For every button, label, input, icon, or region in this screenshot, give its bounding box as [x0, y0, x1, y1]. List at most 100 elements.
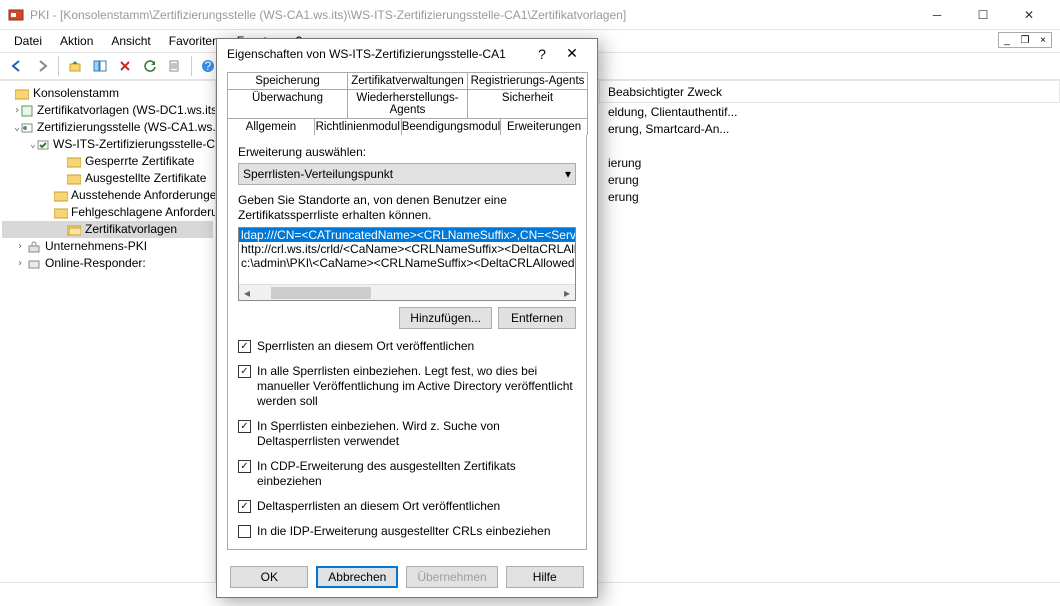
mdi-minimize[interactable]: _	[999, 33, 1015, 47]
tab-certmgmt[interactable]: Zertifikatverwaltungen	[347, 72, 468, 89]
tree-item[interactable]: Ausstehende Anforderungen	[71, 187, 216, 204]
extension-combo[interactable]: Sperrlisten-Verteilungspunkt ▾	[238, 163, 576, 185]
checkbox-row[interactable]: Deltasperrlisten an diesem Ort veröffent…	[238, 499, 576, 514]
apply-button: Übernehmen	[406, 566, 497, 588]
ca-ok-icon	[36, 137, 50, 153]
tree-item[interactable]: Online-Responder:	[45, 255, 146, 272]
tab-storage[interactable]: Speicherung	[227, 72, 348, 89]
checkbox-label: In Sperrlisten einbeziehen. Wird z. Such…	[257, 419, 576, 449]
checkbox[interactable]	[238, 365, 251, 378]
up-button[interactable]	[64, 55, 86, 77]
tab-policy[interactable]: Richtlinienmodul	[314, 118, 402, 135]
minimize-button[interactable]: ─	[914, 0, 960, 30]
extension-description: Geben Sie Standorte an, von denen Benutz…	[238, 193, 576, 223]
list-item[interactable]: http://crl.ws.its/crld/<CaName><CRLNameS…	[239, 242, 575, 256]
checkbox[interactable]	[238, 460, 251, 473]
chevron-down-icon: ▾	[565, 167, 571, 181]
menu-view[interactable]: Ansicht	[103, 32, 158, 50]
add-button[interactable]: Hinzufügen...	[399, 307, 492, 329]
pki-icon	[26, 239, 42, 255]
delete-button[interactable]	[114, 55, 136, 77]
refresh-button[interactable]	[139, 55, 161, 77]
tree-item[interactable]: WS-ITS-Zertifizierungsstelle-CA1	[53, 136, 216, 153]
cdp-listbox[interactable]: ldap:///CN=<CATruncatedName><CRLNameSuff…	[238, 227, 576, 301]
show-hide-tree-button[interactable]	[89, 55, 111, 77]
folder-icon	[54, 188, 68, 204]
maximize-button[interactable]: ☐	[960, 0, 1006, 30]
tab-exit[interactable]: Beendigungsmodul	[401, 118, 501, 135]
cancel-button[interactable]: Abbrechen	[316, 566, 398, 588]
scroll-right-icon[interactable]: ▸	[559, 285, 575, 301]
properties-dialog: Eigenschaften von WS-ITS-Zertifizierungs…	[216, 38, 598, 598]
mdi-window-controls: _ ❐ ×	[998, 32, 1052, 48]
checkbox[interactable]	[238, 420, 251, 433]
checkbox-label: In CDP-Erweiterung des ausgestellten Zer…	[257, 459, 576, 489]
app-icon	[8, 7, 24, 23]
scroll-left-icon[interactable]: ◂	[239, 285, 255, 301]
menu-action[interactable]: Aktion	[52, 32, 101, 50]
mdi-restore[interactable]: ❐	[1017, 33, 1033, 47]
extension-label: Erweiterung auswählen:	[238, 145, 576, 159]
svg-text:?: ?	[205, 59, 212, 73]
checkbox[interactable]	[238, 500, 251, 513]
template-icon	[20, 103, 34, 119]
close-button[interactable]: ✕	[1006, 0, 1052, 30]
scroll-thumb[interactable]	[271, 287, 371, 299]
tree-item[interactable]: Gesperrte Zertifikate	[85, 153, 194, 170]
tab-general[interactable]: Allgemein	[227, 118, 315, 135]
tab-security[interactable]: Sicherheit	[467, 89, 588, 118]
checkbox[interactable]	[238, 525, 251, 538]
dialog-close-button[interactable]: ✕	[557, 45, 587, 62]
dialog-help-button[interactable]: ?	[527, 46, 557, 62]
checkbox-row[interactable]: Sperrlisten an diesem Ort veröffentliche…	[238, 339, 576, 354]
tree-item[interactable]: Zertifikatvorlagen (WS-DC1.ws.its)	[37, 102, 216, 119]
tab-audit[interactable]: Überwachung	[227, 89, 348, 118]
remove-button[interactable]: Entfernen	[498, 307, 576, 329]
list-item[interactable]: c:\admin\PKI\<CaName><CRLNameSuffix><Del…	[239, 256, 575, 270]
ca-icon	[20, 120, 34, 136]
tab-strip: Speicherung Zertifikatverwaltungen Regis…	[227, 72, 587, 135]
forward-button[interactable]	[31, 55, 53, 77]
tree-root[interactable]: Konsolenstamm	[33, 85, 119, 102]
checkbox[interactable]	[238, 340, 251, 353]
responder-icon	[26, 256, 42, 272]
checkbox-label: In die IDP-Erweiterung ausgestellter CRL…	[257, 524, 551, 539]
folder-icon	[14, 86, 30, 102]
folder-icon	[66, 171, 82, 187]
folder-open-icon	[66, 222, 82, 238]
menu-file[interactable]: Datei	[6, 32, 50, 50]
tab-panel-extensions: Erweiterung auswählen: Sperrlisten-Verte…	[227, 134, 587, 550]
folder-icon	[66, 154, 82, 170]
combo-value: Sperrlisten-Verteilungspunkt	[243, 167, 393, 181]
tree-item[interactable]: Ausgestellte Zertifikate	[85, 170, 206, 187]
help-button[interactable]: Hilfe	[506, 566, 584, 588]
column-purpose[interactable]: Beabsichtigter Zweck	[600, 81, 1060, 102]
dialog-titlebar[interactable]: Eigenschaften von WS-ITS-Zertifizierungs…	[217, 39, 597, 68]
checkbox-row[interactable]: In alle Sperrlisten einbeziehen. Legt fe…	[238, 364, 576, 409]
tree-item[interactable]: Zertifizierungsstelle (WS-CA1.ws.its)	[37, 119, 216, 136]
tab-recovery[interactable]: Wiederherstellungs-Agents	[347, 89, 468, 118]
horizontal-scrollbar[interactable]: ◂ ▸	[239, 284, 575, 300]
checkbox-label: Sperrlisten an diesem Ort veröffentliche…	[257, 339, 474, 354]
tree-item[interactable]: Fehlgeschlagene Anforderungen	[71, 204, 216, 221]
mdi-close[interactable]: ×	[1035, 33, 1051, 47]
dialog-title: Eigenschaften von WS-ITS-Zertifizierungs…	[227, 47, 527, 61]
tree-item[interactable]: Unternehmens-PKI	[45, 238, 147, 255]
list-item[interactable]: ldap:///CN=<CATruncatedName><CRLNameSuff…	[239, 228, 575, 242]
checkbox-row[interactable]: In Sperrlisten einbeziehen. Wird z. Such…	[238, 419, 576, 449]
checkbox-row[interactable]: In CDP-Erweiterung des ausgestellten Zer…	[238, 459, 576, 489]
checkbox-label: Deltasperrlisten an diesem Ort veröffent…	[257, 499, 500, 514]
expand-icon[interactable]: ›	[14, 255, 26, 272]
back-button[interactable]	[6, 55, 28, 77]
dialog-button-row: OK Abbrechen Übernehmen Hilfe	[217, 556, 597, 597]
console-tree[interactable]: Konsolenstamm › Zertifikatvorlagen (WS-DC…	[0, 81, 216, 582]
tab-agents[interactable]: Registrierungs-Agents	[467, 72, 588, 89]
checkbox-label: In alle Sperrlisten einbeziehen. Legt fe…	[257, 364, 576, 409]
tab-extensions[interactable]: Erweiterungen	[500, 118, 588, 135]
ok-button[interactable]: OK	[230, 566, 308, 588]
expand-icon[interactable]: ›	[14, 238, 26, 255]
tree-item-selected[interactable]: Zertifikatvorlagen	[85, 221, 177, 238]
export-list-button[interactable]	[164, 55, 186, 77]
checkbox-row[interactable]: In die IDP-Erweiterung ausgestellter CRL…	[238, 524, 576, 539]
window-titlebar: PKI - [Konsolenstamm\Zertifizierungsstel…	[0, 0, 1060, 30]
